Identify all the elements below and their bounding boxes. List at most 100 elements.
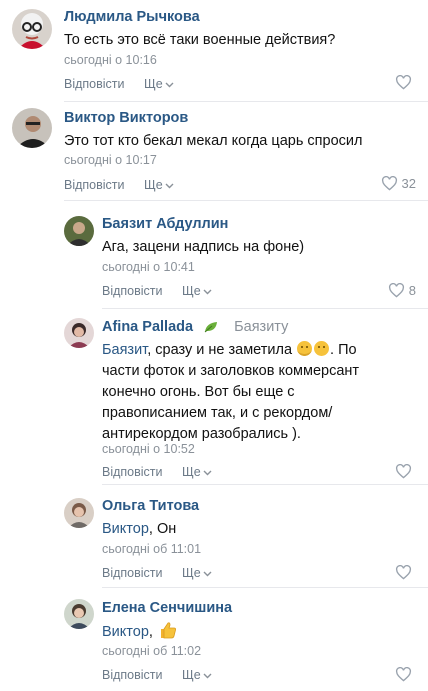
mention-link[interactable]: Баязит: [102, 342, 147, 358]
text-line: конечно огонь. Вот бы еще с: [102, 384, 295, 400]
like-button[interactable]: [395, 464, 416, 479]
reply-button[interactable]: Відповісти: [102, 668, 163, 682]
leaf-icon: [204, 322, 218, 333]
more-button[interactable]: Ще: [182, 284, 212, 298]
author-name: Afina Pallada Баязиту: [102, 319, 288, 335]
timestamp[interactable]: сьогодні о 10:52: [102, 442, 195, 456]
more-label: Ще: [182, 465, 201, 479]
timestamp[interactable]: сьогодні об 11:02: [102, 644, 201, 658]
like-button[interactable]: [395, 565, 416, 580]
author-name[interactable]: Баязит Абдуллин: [102, 216, 228, 232]
reply-button[interactable]: Відповісти: [102, 465, 163, 479]
chevron-down-icon: [203, 673, 212, 679]
like-count: 8: [408, 283, 416, 298]
chevron-down-icon: [203, 571, 212, 577]
avatar[interactable]: [64, 318, 94, 348]
heart-icon: [395, 667, 412, 682]
reply-to-link[interactable]: Баязиту: [234, 319, 288, 335]
more-button[interactable]: Ще: [144, 178, 174, 192]
text-line: части фоток и заголовков коммерсант: [102, 363, 360, 379]
comment-text: То есть это всё таки военные действия?: [64, 32, 336, 48]
text-line: Баязит, сразу и не заметила . По: [102, 340, 422, 361]
text-fragment: . По: [330, 342, 357, 358]
heart-icon: [395, 565, 412, 580]
like-button[interactable]: 8: [388, 283, 416, 298]
comment-actions: Відповісти Ще: [64, 178, 174, 192]
comment-actions: Відповісти Ще: [102, 284, 212, 298]
author-name[interactable]: Елена Сенчишина: [102, 600, 232, 616]
avatar[interactable]: [64, 599, 94, 629]
avatar-lyudmila-icon: [12, 9, 52, 49]
comment-afina: Afina Pallada Баязиту Баязит, сразу и не…: [0, 310, 428, 486]
avatar-bayazit-icon: [64, 216, 94, 246]
divider: [102, 308, 428, 309]
more-label: Ще: [182, 284, 201, 298]
author-link[interactable]: Afina Pallada: [102, 319, 193, 335]
avatar-olga-icon: [64, 498, 94, 528]
reply-button[interactable]: Відповісти: [102, 566, 163, 580]
comment-text: Виктор,: [102, 621, 177, 643]
text-fragment: ,: [148, 624, 153, 640]
heart-icon: [388, 283, 404, 298]
more-label: Ще: [182, 668, 201, 682]
grimacing-face-emoji-icon: [314, 341, 330, 356]
avatar[interactable]: [12, 9, 52, 49]
avatar[interactable]: [64, 216, 94, 246]
like-button[interactable]: [395, 667, 416, 682]
author-name[interactable]: Людмила Рычкова: [64, 9, 200, 25]
thumbs-up-emoji-icon: [160, 622, 176, 639]
chevron-down-icon: [165, 82, 174, 88]
text-line: правописанием так, и с рекордом/: [102, 405, 333, 421]
author-name[interactable]: Ольга Титова: [102, 498, 199, 514]
more-label: Ще: [144, 77, 163, 91]
reply-button[interactable]: Відповісти: [64, 77, 125, 91]
chevron-down-icon: [165, 183, 174, 189]
comment-actions: Відповісти Ще: [102, 465, 212, 479]
comment-actions: Відповісти Ще: [102, 668, 212, 682]
reply-button[interactable]: Відповісти: [64, 178, 125, 192]
comment-text: Баязит, сразу и не заметила . По части ф…: [102, 340, 422, 445]
divider: [102, 587, 428, 588]
author-name[interactable]: Виктор Викторов: [64, 110, 188, 126]
more-label: Ще: [182, 566, 201, 580]
more-button[interactable]: Ще: [182, 668, 212, 682]
mention-link[interactable]: Виктор: [102, 521, 149, 537]
comment-lyudmila: Людмила Рычкова То есть это всё таки вое…: [0, 0, 428, 104]
more-label: Ще: [144, 178, 163, 192]
divider: [64, 200, 428, 201]
divider: [102, 484, 428, 485]
comment-elena: Елена Сенчишина Виктор, сьогодні об 11:0…: [0, 589, 428, 691]
more-button[interactable]: Ще: [144, 77, 174, 91]
comment-olga: Ольга Титова Виктор, Он сьогодні об 11:0…: [0, 486, 428, 589]
more-button[interactable]: Ще: [182, 465, 212, 479]
timestamp[interactable]: сьогодні о 10:17: [64, 153, 157, 167]
avatar-viktor-icon: [12, 108, 52, 148]
avatar[interactable]: [64, 498, 94, 528]
heart-icon: [395, 75, 412, 90]
comment-bayazit: Баязит Абдуллин Ага, зацени надпись на ф…: [0, 202, 428, 310]
like-button[interactable]: [395, 75, 416, 90]
divider: [64, 101, 428, 102]
comment-viktor: Виктор Викторов Это тот кто бекал мекал …: [0, 104, 428, 202]
avatar[interactable]: [12, 108, 52, 148]
timestamp[interactable]: сьогодні о 10:41: [102, 260, 195, 274]
comment-text: Это тот кто бекал мекал когда царь спрос…: [64, 133, 363, 149]
heart-icon: [381, 176, 397, 191]
like-button[interactable]: 32: [381, 176, 416, 191]
avatar-afina-icon: [64, 318, 94, 348]
heart-icon: [395, 464, 412, 479]
chevron-down-icon: [203, 470, 212, 476]
reply-button[interactable]: Відповісти: [102, 284, 163, 298]
winking-face-emoji-icon: [297, 341, 313, 356]
more-button[interactable]: Ще: [182, 566, 212, 580]
timestamp[interactable]: сьогодні о 10:16: [64, 53, 157, 67]
comment-text: Ага, зацени надпись на фоне): [102, 239, 305, 255]
comment-actions: Відповісти Ще: [64, 77, 174, 91]
comment-text: Виктор, Он: [102, 519, 176, 540]
like-count: 32: [401, 176, 416, 191]
timestamp[interactable]: сьогодні об 11:01: [102, 542, 201, 556]
mention-link[interactable]: Виктор: [102, 624, 149, 640]
avatar-elena-icon: [64, 599, 94, 629]
text-fragment: , Он: [148, 521, 177, 537]
comment-actions: Відповісти Ще: [102, 566, 212, 580]
